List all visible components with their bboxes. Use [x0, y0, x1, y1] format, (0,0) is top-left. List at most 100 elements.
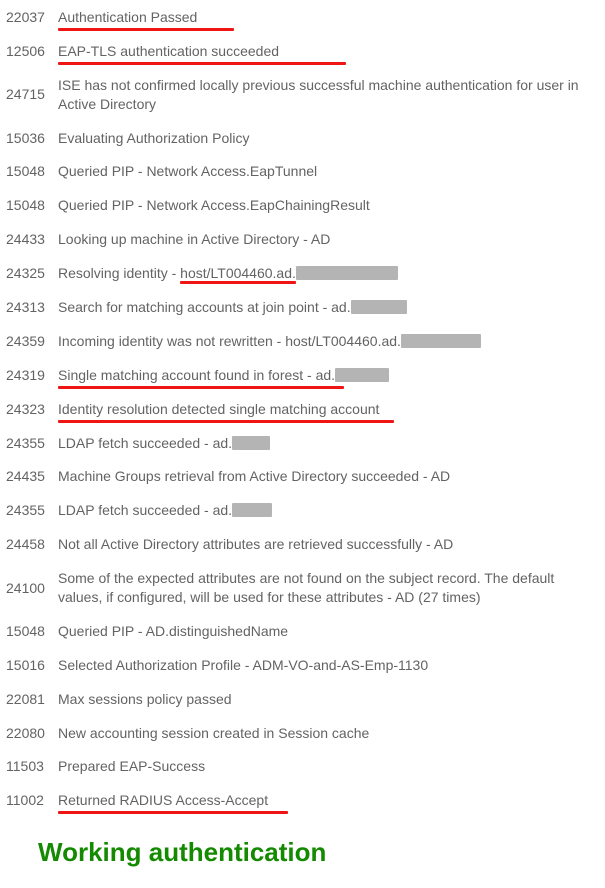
log-code: 22037 — [0, 0, 52, 34]
log-code: 24355 — [0, 426, 52, 460]
log-desc: Evaluating Authorization Policy — [52, 121, 605, 155]
log-desc: ISE has not confirmed locally previous s… — [52, 68, 605, 121]
log-code: 24313 — [0, 290, 52, 324]
log-row: 22037 Authentication Passed — [0, 0, 605, 34]
log-desc-text: Authentication Passed — [58, 9, 197, 25]
log-row: 15036 Evaluating Authorization Policy — [0, 121, 605, 155]
log-row: 24715ISE has not confirmed locally previ… — [0, 68, 605, 121]
log-code: 11503 — [0, 749, 52, 783]
log-row: 24435 Machine Groups retrieval from Activ… — [0, 459, 605, 493]
redacted-span — [401, 334, 481, 348]
log-desc-text: Queried PIP - AD.distinguishedName — [58, 623, 288, 639]
log-code: 12506 — [0, 34, 52, 68]
log-desc: Search for matching accounts at join poi… — [52, 290, 605, 324]
log-row: 22080 New accounting session created in S… — [0, 716, 605, 750]
log-desc: LDAP fetch succeeded - ad. — [52, 493, 605, 527]
log-code: 24325 — [0, 256, 52, 290]
log-desc-text: Queried PIP - Network Access.EapTunnel — [58, 163, 317, 179]
log-row: 15016Selected Authorization Profile - AD… — [0, 648, 605, 682]
log-code: 24435 — [0, 459, 52, 493]
log-code: 15048 — [0, 188, 52, 222]
log-desc: Queried PIP - AD.distinguishedName — [52, 614, 605, 648]
log-desc: Queried PIP - Network Access.EapTunnel — [52, 154, 605, 188]
redacted-span — [351, 300, 407, 314]
log-row: 12506 EAP-TLS authentication succeeded — [0, 34, 605, 68]
log-row: 24100Some of the expected attributes are… — [0, 561, 605, 614]
log-row: 15048 Queried PIP - Network Access.EapTun… — [0, 154, 605, 188]
log-desc: Returned RADIUS Access-Accept — [52, 783, 605, 817]
log-row: 24359 Incoming identity was not rewritten… — [0, 324, 605, 358]
log-row: 24355 LDAP fetch succeeded - ad. — [0, 493, 605, 527]
log-desc: Max sessions policy passed — [52, 682, 605, 716]
log-desc: Looking up machine in Active Directory -… — [52, 222, 605, 256]
log-row: 24319 Single matching account found in fo… — [0, 358, 605, 392]
log-code: 22080 — [0, 716, 52, 750]
log-desc-text: LDAP fetch succeeded - ad. — [58, 435, 232, 451]
log-desc-text: Prepared EAP-Success — [58, 758, 205, 774]
log-desc: LDAP fetch succeeded - ad. — [52, 426, 605, 460]
log-desc-text: Single matching account found in forest … — [58, 367, 335, 383]
log-row: 15048 Queried PIP - Network Access.EapCha… — [0, 188, 605, 222]
log-code: 24458 — [0, 527, 52, 561]
log-desc-text: Machine Groups retrieval from Active Dir… — [58, 468, 450, 484]
redacted-span — [335, 368, 389, 382]
redacted-span — [232, 436, 270, 450]
log-desc: Queried PIP - Network Access.EapChaining… — [52, 188, 605, 222]
log-row: 24458 Not all Active Directory attributes… — [0, 527, 605, 561]
log-desc-text: Some of the expected attributes are not … — [58, 570, 554, 605]
log-code: 15048 — [0, 154, 52, 188]
log-code: 24355 — [0, 493, 52, 527]
log-desc-text: LDAP fetch succeeded - ad. — [58, 502, 232, 518]
log-desc-text: Search for matching accounts at join poi… — [58, 299, 351, 315]
log-desc: Single matching account found in forest … — [52, 358, 605, 392]
log-desc: Resolving identity - host/LT004460.ad. — [52, 256, 605, 290]
log-desc-text: EAP-TLS authentication succeeded — [58, 43, 279, 59]
log-row: 24433 Looking up machine in Active Direct… — [0, 222, 605, 256]
redacted-span — [232, 503, 272, 517]
log-desc-text: Returned RADIUS Access-Accept — [58, 792, 268, 808]
log-desc-text: Looking up machine in Active Directory -… — [58, 231, 330, 247]
log-desc-text: Not all Active Directory attributes are … — [58, 536, 453, 552]
log-code: 24715 — [0, 68, 52, 121]
log-code: 24433 — [0, 222, 52, 256]
log-desc: Identity resolution detected single matc… — [52, 392, 605, 426]
log-code: 24319 — [0, 358, 52, 392]
log-desc: Machine Groups retrieval from Active Dir… — [52, 459, 605, 493]
log-code: 15016 — [0, 648, 52, 682]
log-desc: Selected Authorization Profile - ADM-VO-… — [52, 648, 605, 682]
log-row: 24313 Search for matching accounts at joi… — [0, 290, 605, 324]
log-code: 15048 — [0, 614, 52, 648]
log-desc: Incoming identity was not rewritten - ho… — [52, 324, 605, 358]
log-desc: Authentication Passed — [52, 0, 605, 34]
log-code: 22081 — [0, 682, 52, 716]
log-code: 24323 — [0, 392, 52, 426]
log-code: 24100 — [0, 561, 52, 614]
log-desc-text: Incoming identity was not rewritten - ho… — [58, 333, 401, 349]
log-tbody: 22037 Authentication Passed 12506 EAP-TLS a… — [0, 0, 605, 817]
log-row: 11002 Returned RADIUS Access-Accept — [0, 783, 605, 817]
log-desc-text: Identity resolution detected single matc… — [58, 401, 379, 417]
log-row: 15048 Queried PIP - AD.distinguishedName — [0, 614, 605, 648]
log-desc: Some of the expected attributes are not … — [52, 561, 605, 614]
log-row: 22081 Max sessions policy passed — [0, 682, 605, 716]
log-desc-text: Evaluating Authorization Policy — [58, 130, 249, 146]
log-desc: EAP-TLS authentication succeeded — [52, 34, 605, 68]
log-row: 24355 LDAP fetch succeeded - ad. — [0, 426, 605, 460]
log-row: 11503 Prepared EAP-Success — [0, 749, 605, 783]
log-desc-highlight: host/LT004460.ad. — [180, 265, 296, 281]
log-desc-text: Queried PIP - Network Access.EapChaining… — [58, 197, 370, 213]
log-desc-text: Max sessions policy passed — [58, 691, 232, 707]
redacted-span — [296, 266, 398, 280]
log-desc-text: New accounting session created in Sessio… — [58, 725, 369, 741]
log-desc-text: ISE has not confirmed locally previous s… — [58, 77, 579, 112]
log-desc: New accounting session created in Sessio… — [52, 716, 605, 750]
log-code: 24359 — [0, 324, 52, 358]
log-code: 15036 — [0, 121, 52, 155]
log-table: 22037 Authentication Passed 12506 EAP-TLS a… — [0, 0, 605, 817]
log-row: 24323 Identity resolution detected single… — [0, 392, 605, 426]
log-row: 24325Resolving identity - host/LT004460.… — [0, 256, 605, 290]
log-code: 11002 — [0, 783, 52, 817]
caption: Working authentication — [38, 837, 605, 868]
log-desc: Prepared EAP-Success — [52, 749, 605, 783]
log-desc: Not all Active Directory attributes are … — [52, 527, 605, 561]
